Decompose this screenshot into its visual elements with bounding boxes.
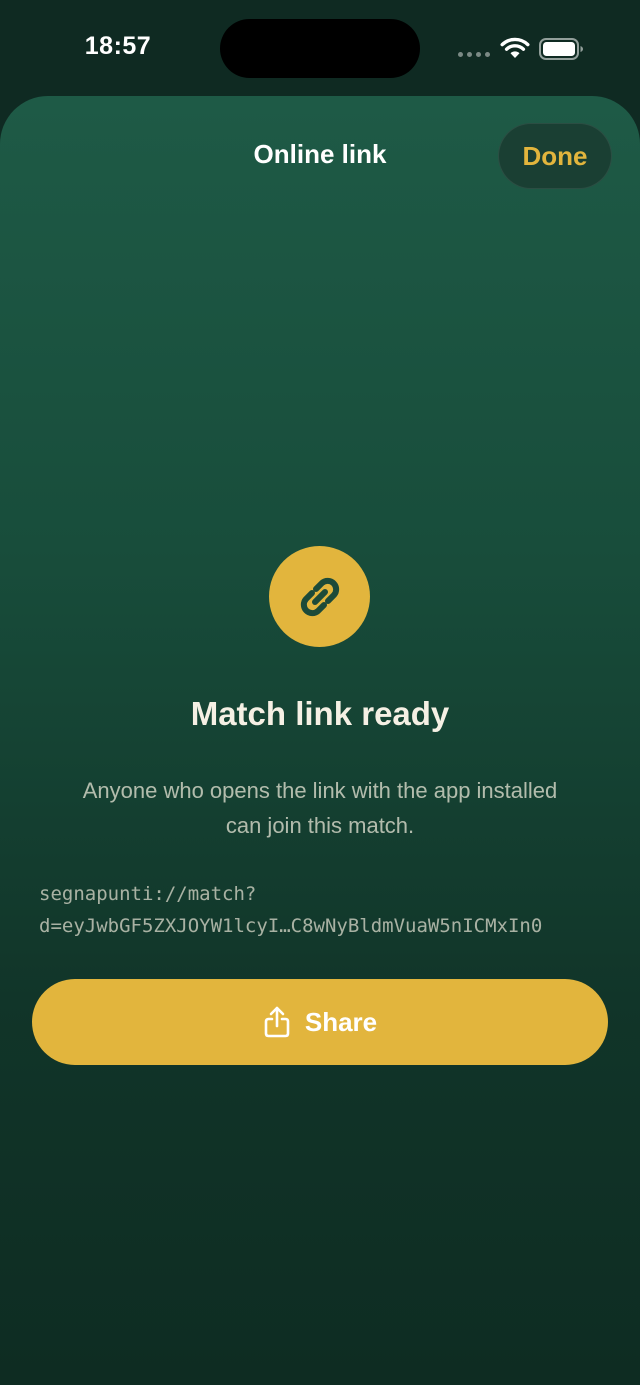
- description-line: can join this match.: [225, 813, 415, 838]
- share-icon: [264, 1006, 290, 1038]
- cellular-signal-icon: [458, 52, 492, 58]
- battery-icon: [539, 38, 583, 60]
- description-line: Anyone who opens the link with the app i…: [82, 778, 558, 803]
- description: Anyone who opens the link with the app i…: [40, 773, 600, 843]
- heading: Match link ready: [190, 695, 450, 732]
- match-link-text[interactable]: segnapunti://match? d=eyJwbGF5ZXJOYW1lcy…: [39, 878, 619, 942]
- match-link-line: segnapunti://match?: [39, 883, 257, 905]
- done-button[interactable]: Done: [498, 123, 612, 189]
- dynamic-island: [220, 19, 420, 78]
- share-label: Share: [304, 1006, 378, 1037]
- status-bar: 18:57: [0, 0, 640, 96]
- wifi-icon: [500, 37, 530, 58]
- online-link-sheet: Online link Done Match link ready Anyone…: [0, 96, 640, 1385]
- share-button[interactable]: Share: [32, 979, 608, 1065]
- link-icon: [300, 577, 339, 616]
- status-time: 18:57: [84, 32, 152, 60]
- match-link-line: d=eyJwbGF5ZXJOYW1lcyI…C8wNyBldmVuaW5nICM…: [39, 915, 543, 937]
- link-icon-badge: [269, 546, 370, 647]
